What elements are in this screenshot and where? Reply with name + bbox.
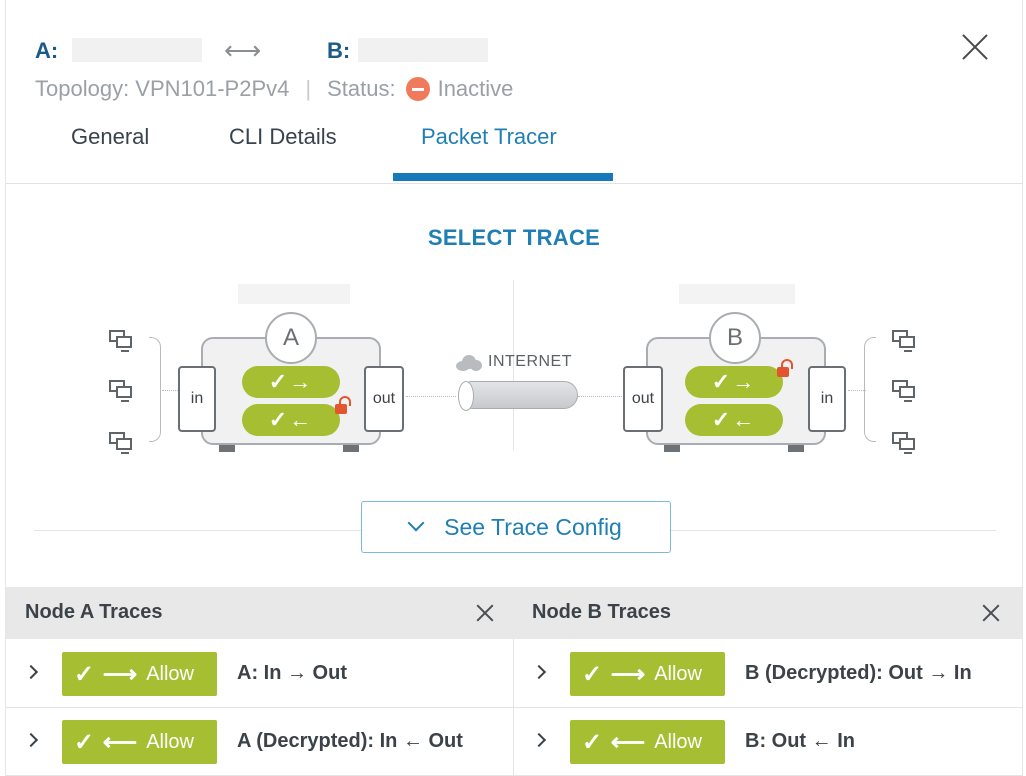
check-arrow-right-icon: ✓ ⟶ [74, 660, 139, 688]
node-a-traces-title: Node A Traces [25, 601, 163, 623]
unlock-icon [335, 396, 351, 414]
hosts-bracket [864, 337, 876, 442]
node-a-out-port[interactable]: out [364, 366, 404, 432]
connector-line [162, 390, 178, 391]
allow-badge[interactable]: ✓ ⟶ Allow [62, 652, 217, 696]
tab-packet-tracer[interactable]: Packet Tracer [421, 124, 557, 150]
tab-general[interactable]: General [71, 124, 149, 150]
host-icon [109, 380, 135, 404]
separator: | [305, 76, 312, 101]
endpoint-b-label: B: [327, 38, 351, 63]
unlock-icon [777, 359, 793, 377]
check-arrow-left-icon: ✓ ⟵ [74, 728, 139, 756]
host-icon [892, 432, 918, 456]
host-icon [109, 330, 135, 354]
node-b-traces-title: Node B Traces [532, 601, 671, 623]
see-trace-config-button[interactable]: See Trace Config [361, 501, 671, 553]
node-b-name [679, 284, 795, 304]
chevron-right-icon[interactable] [531, 732, 547, 748]
expand-icon[interactable] [476, 604, 494, 622]
node-b-badge: B [709, 312, 761, 364]
trace-label: A (Decrypted): In ← Out [237, 730, 463, 752]
chevron-right-icon[interactable] [23, 732, 39, 748]
chevron-right-icon[interactable] [531, 664, 547, 680]
see-trace-config-label: See Trace Config [444, 513, 622, 540]
link-arrow-icon: ⟷ [224, 35, 262, 65]
node-a-in-port[interactable]: in [178, 366, 216, 432]
allow-badge[interactable]: ✓ ⟵ Allow [62, 720, 217, 764]
trace-row[interactable]: ✓ ⟵ Allow A (Decrypted): In ← Out [6, 708, 513, 776]
node-a-forward-trace[interactable]: ✓→ [242, 366, 340, 398]
allow-label: Allow [146, 662, 194, 685]
node-b-in-port[interactable]: in [808, 366, 846, 432]
trace-row[interactable]: ✓ ⟶ Allow A: In → Out [6, 640, 513, 708]
status-value: Inactive [437, 76, 514, 101]
traces-header: Node A Traces Node B Traces [6, 587, 1022, 639]
trace-label: B: Out ← In [745, 730, 855, 752]
topology-text: Topology: VPN101-P2Pv4 [35, 76, 290, 101]
check-arrow-left-icon: ✓ ⟵ [582, 728, 647, 756]
endpoint-a-label: A: [35, 38, 59, 63]
hosts-bracket [149, 337, 161, 442]
expand-icon[interactable] [982, 604, 1000, 622]
trace-row[interactable]: ✓ ⟶ Allow B (Decrypted): Out → In [514, 640, 1022, 708]
status-label: Status: [327, 76, 396, 101]
node-a-name [238, 284, 350, 304]
tab-cli-details[interactable]: CLI Details [229, 124, 337, 150]
tab-bar: General CLI Details Packet Tracer [6, 118, 1022, 184]
endpoint-a-name [72, 38, 202, 62]
trace-label: B (Decrypted): Out → In [745, 662, 972, 684]
trace-label: A: In → Out [237, 662, 347, 684]
check-arrow-right-icon: ✓ ⟶ [582, 660, 647, 688]
internet-label: INTERNET [488, 353, 572, 370]
status-line: Topology: VPN101-P2Pv4 | Status: Inactiv… [35, 76, 513, 102]
allow-label: Allow [654, 662, 702, 685]
allow-label: Allow [654, 730, 702, 753]
inactive-status-icon [405, 77, 430, 101]
vpn-tunnel-icon [458, 381, 578, 411]
allow-label: Allow [146, 730, 194, 753]
chevron-right-icon[interactable] [23, 664, 39, 680]
trace-panel: A: ⟷ B: Topology: VPN101-P2Pv4 | Status:… [5, 0, 1023, 776]
trace-row[interactable]: ✓ ⟵ Allow B: Out ← In [514, 708, 1022, 776]
host-icon [892, 330, 918, 354]
connector-line [578, 396, 624, 397]
node-b-out-port[interactable]: out [623, 366, 663, 432]
node-a-badge: A [265, 312, 317, 364]
connector-line [406, 396, 456, 397]
allow-badge[interactable]: ✓ ⟶ Allow [570, 652, 725, 696]
host-icon [892, 380, 918, 404]
chevron-down-icon [407, 514, 425, 532]
node-a-reverse-trace[interactable]: ✓← [242, 404, 340, 436]
node-b-forward-trace[interactable]: ✓→ [685, 366, 783, 398]
node-b-reverse-trace[interactable]: ✓← [685, 404, 783, 436]
section-title: SELECT TRACE [427, 225, 601, 250]
allow-badge[interactable]: ✓ ⟵ Allow [570, 720, 725, 764]
host-icon [109, 432, 135, 456]
close-icon[interactable] [958, 30, 992, 64]
active-tab-indicator [393, 173, 613, 181]
endpoint-b-name [358, 38, 488, 62]
